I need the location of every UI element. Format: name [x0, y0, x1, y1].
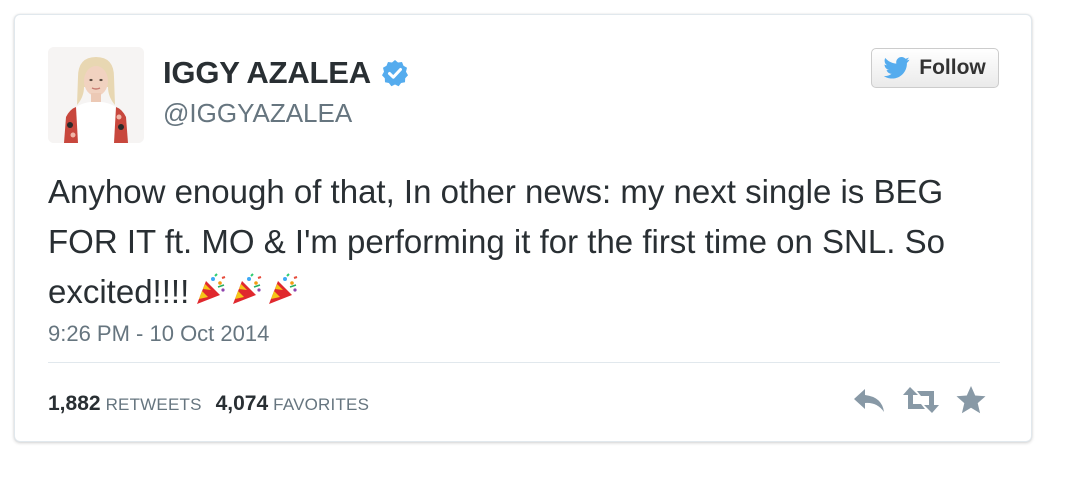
party-popper-icon	[197, 273, 226, 304]
retweets-count[interactable]: 1,882	[48, 392, 101, 416]
tweet-actions	[851, 385, 987, 415]
display-name[interactable]: IGGY AZALEA	[163, 55, 371, 91]
avatar-photo	[48, 47, 144, 143]
party-popper-icon	[269, 273, 298, 304]
tweet-timestamp[interactable]: 9:26 PM - 10 Oct 2014	[48, 321, 269, 347]
follow-button-label: Follow	[919, 56, 986, 79]
star-icon[interactable]	[955, 385, 987, 415]
tweet-card: IGGY AZALEA @IGGYAZALEA Follow Anyhow en…	[14, 14, 1032, 442]
retweets-label[interactable]: RETWEETS	[106, 395, 202, 415]
user-name-row: IGGY AZALEA	[163, 55, 409, 91]
user-handle[interactable]: @IGGYAZALEA	[163, 98, 352, 129]
emoji-group	[193, 273, 301, 307]
follow-button[interactable]: Follow	[871, 48, 999, 88]
avatar[interactable]	[48, 47, 144, 143]
divider	[48, 362, 1000, 363]
favorites-label[interactable]: FAVORITES	[273, 395, 369, 415]
twitter-bird-icon	[884, 57, 910, 79]
favorites-count[interactable]: 4,074	[216, 392, 269, 416]
tweet-text: Anyhow enough of that, In other news: my…	[48, 167, 1008, 317]
tweet-stats: 1,882 RETWEETS 4,074 FAVORITES	[48, 392, 383, 416]
tweet-body: Anyhow enough of that, In other news: my…	[48, 173, 945, 310]
verified-badge-icon	[381, 60, 408, 87]
reply-icon[interactable]	[851, 385, 887, 415]
retweet-icon[interactable]	[901, 385, 941, 415]
party-popper-icon	[233, 273, 262, 304]
